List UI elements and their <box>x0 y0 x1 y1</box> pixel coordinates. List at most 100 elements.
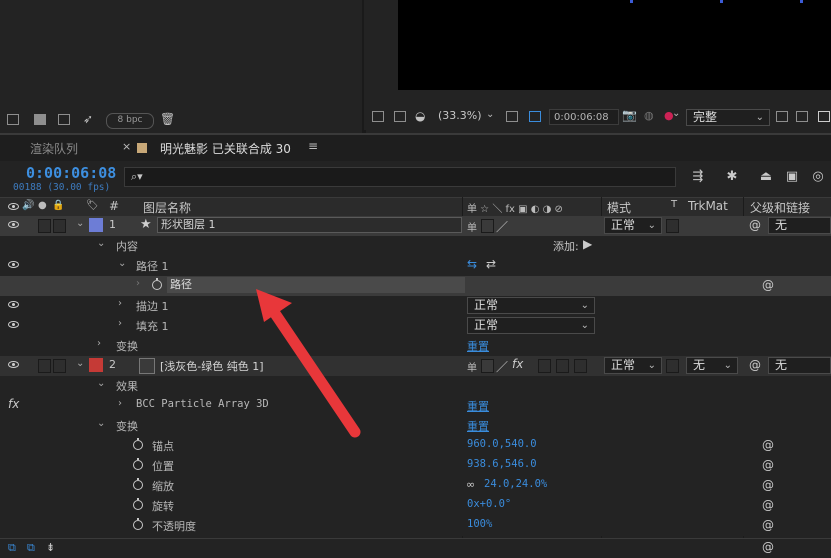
property-row-rotation[interactable]: 旋转 0x+0.0° @ <box>0 496 831 516</box>
constrain-proportions-icon[interactable]: ∞ <box>466 478 475 491</box>
toggle-transparency-icon[interactable] <box>796 111 808 122</box>
solo-icon[interactable]: ● <box>38 200 47 211</box>
transform-row[interactable]: › 变换 重置 <box>0 336 831 356</box>
resolution-dropdown[interactable]: 完整 ⌄ <box>686 109 770 126</box>
zoom-dropdown[interactable]: (33.3%) <box>438 109 482 122</box>
adjustment-toggle[interactable] <box>556 359 569 373</box>
eye-icon[interactable] <box>8 202 20 211</box>
pick-whip-icon[interactable]: @ <box>749 218 761 232</box>
show-snapshot-icon[interactable]: ◍ <box>644 109 654 122</box>
new-composition-icon[interactable] <box>58 114 70 125</box>
layer-name[interactable]: 形状图层 1 <box>157 217 462 233</box>
property-row-position[interactable]: 位置 938.6,546.0 @ <box>0 456 831 476</box>
region-of-interest-icon[interactable] <box>776 111 788 122</box>
add-menu[interactable]: 添加: <box>553 238 579 254</box>
camera-icon[interactable]: 📷 <box>622 108 637 122</box>
parent-dropdown[interactable]: 无 <box>768 217 831 234</box>
property-row-scale[interactable]: 缩放 ∞ 24.0,24.0% @ <box>0 476 831 496</box>
layer-label-color[interactable] <box>89 358 103 372</box>
contents-row[interactable]: ⌄ 内容 添加: ▶ <box>0 236 831 256</box>
stopwatch-icon[interactable] <box>133 478 143 490</box>
effect-switch-icon[interactable]: fx <box>512 357 523 371</box>
graph-editor-icon[interactable]: @ <box>762 540 774 554</box>
chevron-down-icon[interactable]: ⌄ <box>97 418 105 429</box>
bpc-button[interactable]: 8 bpc <box>106 113 154 129</box>
path-property-row[interactable]: › 路径 @ <box>0 276 831 296</box>
chevron-down-icon[interactable]: ⌄ <box>97 238 105 249</box>
stopwatch-icon[interactable] <box>152 278 162 290</box>
grid-icon[interactable] <box>506 111 518 122</box>
shy-switch[interactable]: 单 <box>467 219 477 234</box>
play-circle-icon[interactable]: ▶ <box>583 237 592 251</box>
layer-row[interactable]: ⌄ 2 [浅灰色-绿色 纯色 1] 单 ／ fx 正常 ⌄ 无 ⌄ @ 无 <box>0 356 831 376</box>
chevron-right-icon[interactable]: › <box>118 318 122 329</box>
preserve-transparency-toggle[interactable] <box>666 359 679 373</box>
stroke-blend-dropdown[interactable]: 正常 ⌄ <box>467 297 595 314</box>
property-row-anchor[interactable]: 锚点 960.0,540.0 @ <box>0 436 831 456</box>
always-preview-icon[interactable] <box>372 111 384 122</box>
pick-whip-icon[interactable]: @ <box>762 498 774 512</box>
opacity-value[interactable]: 100% <box>467 518 492 530</box>
path-direction-icon[interactable]: ⇆ <box>467 257 477 271</box>
pick-whip-icon[interactable]: @ <box>762 518 774 532</box>
in-out-panes-icon[interactable]: ⇟ <box>46 541 55 554</box>
layer-label-color[interactable] <box>89 218 103 232</box>
reset-link[interactable]: 重置 <box>467 398 489 414</box>
frame-blending-icon[interactable]: ▣ <box>784 170 800 184</box>
motion-blur-icon[interactable]: ◎ <box>810 170 826 184</box>
quality-switch[interactable]: ／ <box>496 358 508 375</box>
chevron-right-icon[interactable]: › <box>118 398 122 409</box>
pick-whip-icon[interactable]: @ <box>749 358 761 372</box>
lock-toggle[interactable] <box>53 359 66 373</box>
audio-icon[interactable]: 🔊 <box>22 200 34 211</box>
comp-mini-flowchart-icon[interactable]: ⇶ <box>690 170 706 184</box>
chevron-down-icon[interactable]: ⌄ <box>97 378 105 389</box>
effect-name[interactable]: BCC Particle Array 3D <box>136 398 269 410</box>
chevron-down-icon[interactable]: ⌄ <box>76 358 84 369</box>
render-icon[interactable]: ➶ <box>83 112 93 126</box>
pick-whip-icon[interactable]: @ <box>762 478 774 492</box>
composition-canvas[interactable] <box>398 0 831 90</box>
fast-preview-icon[interactable] <box>818 111 830 122</box>
stroke-row[interactable]: › 描边 1 正常 ⌄ <box>0 296 831 316</box>
fx-toggle-icon[interactable]: fx <box>8 397 19 411</box>
layer-row[interactable]: ⌄ 1 ★ 形状图层 1 单 ／ 正常 ⌄ @ 无 <box>0 216 831 236</box>
chevron-right-icon[interactable]: › <box>97 338 101 349</box>
layer-name-header[interactable]: 图层名称 <box>143 199 191 216</box>
effects-row[interactable]: ⌄ 效果 <box>0 376 831 396</box>
parent-dropdown[interactable]: 无 <box>768 357 831 374</box>
pick-whip-icon[interactable]: @ <box>762 438 774 452</box>
collapse-switch[interactable] <box>481 359 494 373</box>
fill-row[interactable]: › 填充 1 正常 ⌄ <box>0 316 831 336</box>
layer-search-input[interactable]: ⌕▾ <box>124 167 676 187</box>
mask-icon[interactable]: ◒ <box>415 109 425 123</box>
solo-toggle[interactable] <box>38 219 51 233</box>
rotation-value[interactable]: 0x+0.0° <box>467 498 511 510</box>
new-folder-icon[interactable] <box>34 114 46 125</box>
fill-blend-dropdown[interactable]: 正常 ⌄ <box>467 317 595 334</box>
eye-icon[interactable] <box>8 320 20 329</box>
monitor-icon[interactable] <box>394 111 406 122</box>
pick-whip-icon[interactable]: @ <box>762 278 774 292</box>
chevron-down-icon[interactable]: ⌄ <box>76 218 84 229</box>
position-value[interactable]: 938.6,546.0 <box>467 458 537 470</box>
tab-composition[interactable]: 明光魅影 已关联合成 30 <box>160 140 291 157</box>
quality-switch[interactable]: ／ <box>496 218 508 235</box>
eye-icon[interactable] <box>8 360 20 369</box>
trkmat-dropdown[interactable]: 无 ⌄ <box>686 357 738 374</box>
stopwatch-icon[interactable] <box>133 438 143 450</box>
transfer-controls-icon[interactable]: ⧉ <box>27 541 35 555</box>
stopwatch-icon[interactable] <box>133 518 143 530</box>
stopwatch-icon[interactable] <box>133 458 143 470</box>
viewer-timecode[interactable]: 0:00:06:08 <box>549 109 619 125</box>
pick-whip-icon[interactable]: @ <box>762 458 774 472</box>
scale-value[interactable]: 24.0,24.0% <box>484 478 547 490</box>
reset-link[interactable]: 重置 <box>467 418 489 434</box>
reset-link[interactable]: 重置 <box>467 338 489 354</box>
preserve-transparency-toggle[interactable] <box>666 219 679 233</box>
stopwatch-icon[interactable] <box>133 498 143 510</box>
layer-name[interactable]: [浅灰色-绿色 纯色 1] <box>160 358 264 374</box>
lock-toggle[interactable] <box>53 219 66 233</box>
transparency-grid-icon[interactable] <box>529 111 541 122</box>
shy-layers-icon[interactable]: ⏏ <box>758 170 774 184</box>
